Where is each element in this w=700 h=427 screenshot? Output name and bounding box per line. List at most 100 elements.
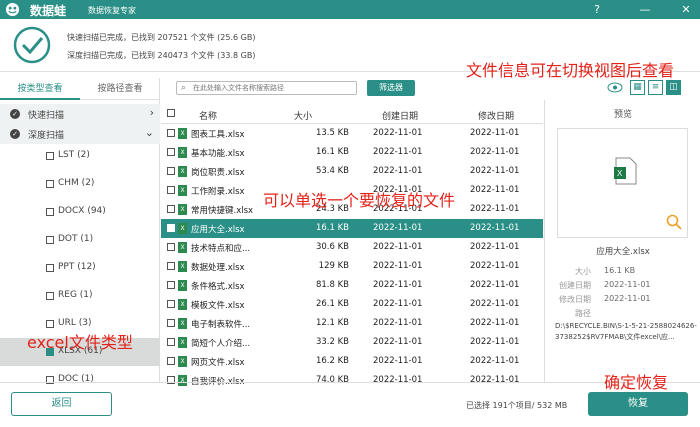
select-all-checkbox[interactable]	[167, 109, 175, 117]
deep-scan-result: 深度扫描已完成，已找到 240473 个文件 (33.8 GB)	[67, 51, 256, 60]
excel-file-icon: X	[178, 337, 187, 348]
tree-item-reg[interactable]: REG (1)	[0, 282, 160, 310]
tree-item-checkbox[interactable]	[46, 264, 54, 272]
file-created: 2022-11-01	[373, 299, 423, 309]
tree-item-docx[interactable]: DOCX (94)	[0, 198, 160, 226]
tree-item-label: DOT (1)	[58, 234, 94, 244]
tree-item-checkbox[interactable]	[46, 320, 54, 328]
preview-modified: 2022-11-01	[604, 294, 651, 303]
preview-title: 预览	[613, 110, 632, 120]
excel-file-icon: X	[178, 166, 187, 177]
row-checkbox[interactable]	[167, 186, 175, 194]
excel-file-icon: X	[178, 318, 187, 329]
tree-deep-scan[interactable]: ✓ 深度扫描 ⌄	[0, 124, 160, 144]
row-checkbox[interactable]	[167, 300, 175, 308]
recover-button[interactable]: 恢复	[588, 392, 688, 416]
file-name: 应用大全.xlsx	[191, 225, 245, 235]
grid-view-icon[interactable]: ▦	[630, 80, 645, 95]
file-modified: 2022-11-01	[470, 223, 520, 233]
row-checkbox[interactable]	[167, 281, 175, 289]
bottom-bar: 返回 已选择 191个项目/ 532 MB 恢复	[0, 382, 700, 427]
row-checkbox[interactable]	[167, 243, 175, 251]
chevron-down-icon[interactable]: ⌄	[145, 126, 154, 139]
tree-deep-scan-label: 深度扫描	[28, 131, 65, 141]
tree-item-checkbox[interactable]	[46, 208, 54, 216]
file-modified: 2022-11-01	[470, 318, 520, 328]
scan-complete-icon	[13, 26, 51, 64]
file-name: 条件格式.xlsx	[191, 282, 245, 292]
header-modified[interactable]: 修改日期	[478, 109, 514, 122]
file-name: 工作附录.xlsx	[191, 187, 245, 197]
row-checkbox[interactable]	[167, 148, 175, 156]
tree-item-checkbox[interactable]	[46, 152, 54, 160]
file-name: 电子制表软件...	[191, 320, 251, 330]
preview-created: 2022-11-01	[604, 280, 651, 289]
preview-file-name: 应用大全.xlsx	[596, 247, 650, 257]
row-checkbox[interactable]	[167, 338, 175, 346]
chevron-right-icon[interactable]: ›	[150, 106, 154, 119]
file-name: 数据处理.xlsx	[191, 263, 245, 273]
tree-quick-scan[interactable]: ✓ 快速扫描 ›	[0, 104, 160, 124]
minimize-icon[interactable]: —	[637, 2, 653, 18]
file-size: 53.4 KB	[315, 166, 349, 176]
preview-panel: 预览 X 应用大全.xlsx 大小 16.1 KB 创建日期 2022-11-01 …	[544, 100, 700, 382]
table-row[interactable]: X 简短个人介绍... 33.2 KB 2022-11-01 2022-11-01	[161, 333, 543, 352]
header-name[interactable]: 名称	[199, 109, 217, 122]
detail-view-icon[interactable]: ◫	[666, 80, 681, 95]
close-icon[interactable]: ✕	[678, 2, 694, 18]
row-checkbox[interactable]	[167, 129, 175, 137]
tree-item-dot[interactable]: DOT (1)	[0, 226, 160, 254]
search-input[interactable]	[193, 83, 353, 93]
search-icon: ⌕	[181, 83, 187, 93]
tree-item-checkbox[interactable]	[46, 292, 54, 300]
excel-file-icon: X	[178, 299, 187, 310]
table-row[interactable]: X 条件格式.xlsx 81.8 KB 2022-11-01 2022-11-01	[161, 276, 543, 295]
tree-item-chm[interactable]: CHM (2)	[0, 170, 160, 198]
table-row[interactable]: X 应用大全.xlsx 16.1 KB 2022-11-01 2022-11-01	[161, 219, 543, 238]
table-row[interactable]: X 岗位职责.xlsx 53.4 KB 2022-11-01 2022-11-01	[161, 162, 543, 181]
table-row[interactable]: X 基本功能.xlsx 16.1 KB 2022-11-01 2022-11-01	[161, 143, 543, 162]
header-created[interactable]: 创建日期	[382, 109, 418, 122]
table-row[interactable]: X 电子制表软件... 12.1 KB 2022-11-01 2022-11-01	[161, 314, 543, 333]
table-row[interactable]: X 数据处理.xlsx 129 KB 2022-11-01 2022-11-01	[161, 257, 543, 276]
file-size: 129 KB	[318, 261, 349, 271]
row-checkbox[interactable]	[167, 319, 175, 327]
file-created: 2022-11-01	[373, 280, 423, 290]
file-name: 基本功能.xlsx	[191, 149, 245, 159]
zoom-icon[interactable]	[666, 214, 682, 230]
tree-item-ppt[interactable]: PPT (12)	[0, 254, 160, 282]
table-row[interactable]: X 技术特点和应... 30.6 KB 2022-11-01 2022-11-01	[161, 238, 543, 257]
table-row[interactable]: X 图表工具.xlsx 13.5 KB 2022-11-01 2022-11-01	[161, 124, 543, 143]
tab-by-type[interactable]: 按类型查看	[0, 78, 80, 100]
help-icon[interactable]: ?	[589, 2, 605, 18]
row-checkbox[interactable]	[167, 262, 175, 270]
file-modified: 2022-11-01	[470, 128, 520, 138]
file-created: 2022-11-01	[373, 223, 423, 233]
table-row[interactable]: X 网页文件.xlsx 16.2 KB 2022-11-01 2022-11-01	[161, 352, 543, 371]
excel-file-icon: X	[178, 356, 187, 367]
tree-item-lst[interactable]: LST (2)	[0, 142, 160, 170]
filter-button[interactable]: 筛选器	[367, 80, 415, 96]
tree-item-checkbox[interactable]	[46, 180, 54, 188]
row-checkbox[interactable]	[167, 205, 175, 213]
table-row[interactable]: X 模板文件.xlsx 26.1 KB 2022-11-01 2022-11-01	[161, 295, 543, 314]
excel-file-icon: X	[178, 204, 187, 215]
file-created: 2022-11-01	[373, 261, 423, 271]
excel-file-icon: X	[178, 185, 187, 196]
brand-name: 数据蛙	[30, 4, 67, 18]
row-checkbox[interactable]	[167, 224, 175, 232]
excel-file-icon: X	[178, 128, 187, 139]
tree-item-checkbox[interactable]	[46, 236, 54, 244]
row-checkbox[interactable]	[167, 167, 175, 175]
file-size: 16.2 KB	[315, 356, 349, 366]
tab-by-path[interactable]: 按路径查看	[80, 78, 160, 100]
back-button[interactable]: 返回	[11, 392, 112, 416]
header-size[interactable]: 大小	[294, 109, 312, 122]
eye-icon[interactable]	[607, 82, 623, 93]
list-view-icon[interactable]: ≡	[648, 80, 663, 95]
annotation-excel-type: excel文件类型	[27, 333, 133, 352]
frog-logo-icon	[5, 2, 20, 17]
file-size: 81.8 KB	[315, 280, 349, 290]
file-modified: 2022-11-01	[470, 356, 520, 366]
row-checkbox[interactable]	[167, 357, 175, 365]
